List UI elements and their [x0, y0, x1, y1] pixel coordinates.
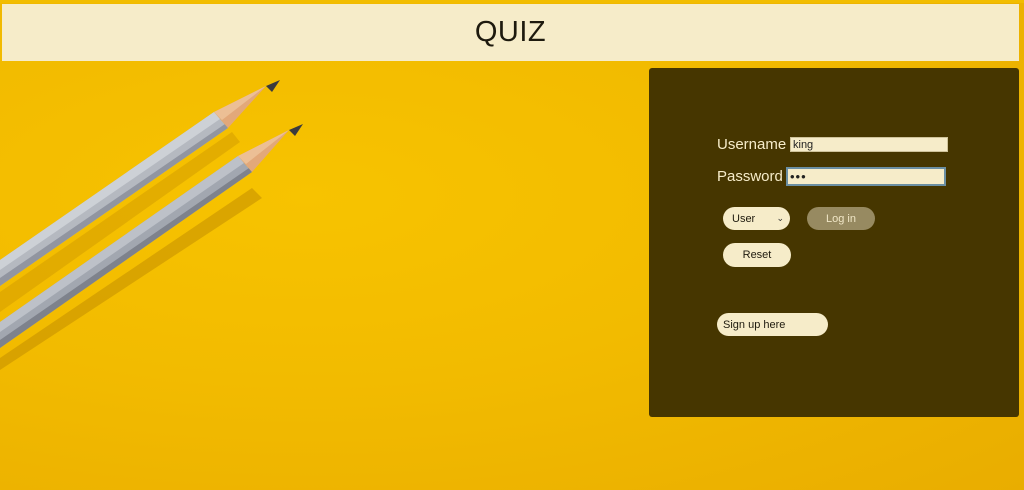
username-input[interactable]: [790, 137, 948, 152]
role-select[interactable]: User ⌄: [723, 207, 790, 230]
page-title: QUIZ: [474, 16, 547, 48]
password-input[interactable]: [786, 167, 946, 186]
pencils-image: [0, 80, 303, 370]
top-strip: [0, 0, 1024, 3]
signup-button-label: Sign up here: [723, 318, 786, 331]
username-label: Username :: [717, 136, 795, 153]
signup-button[interactable]: Sign up here: [717, 313, 828, 336]
chevron-down-icon: ⌄: [776, 213, 784, 223]
page-header: QUIZ: [2, 4, 1019, 61]
role-select-value: User: [732, 212, 756, 225]
reset-button-label: Reset: [742, 249, 772, 261]
login-panel: Username : Password : User ⌄ Log in Rese…: [649, 68, 1019, 417]
password-label: Password :: [717, 168, 792, 185]
reset-button[interactable]: Reset: [723, 243, 791, 267]
login-button[interactable]: Log in: [807, 207, 875, 230]
login-button-label: Log in: [826, 212, 856, 225]
